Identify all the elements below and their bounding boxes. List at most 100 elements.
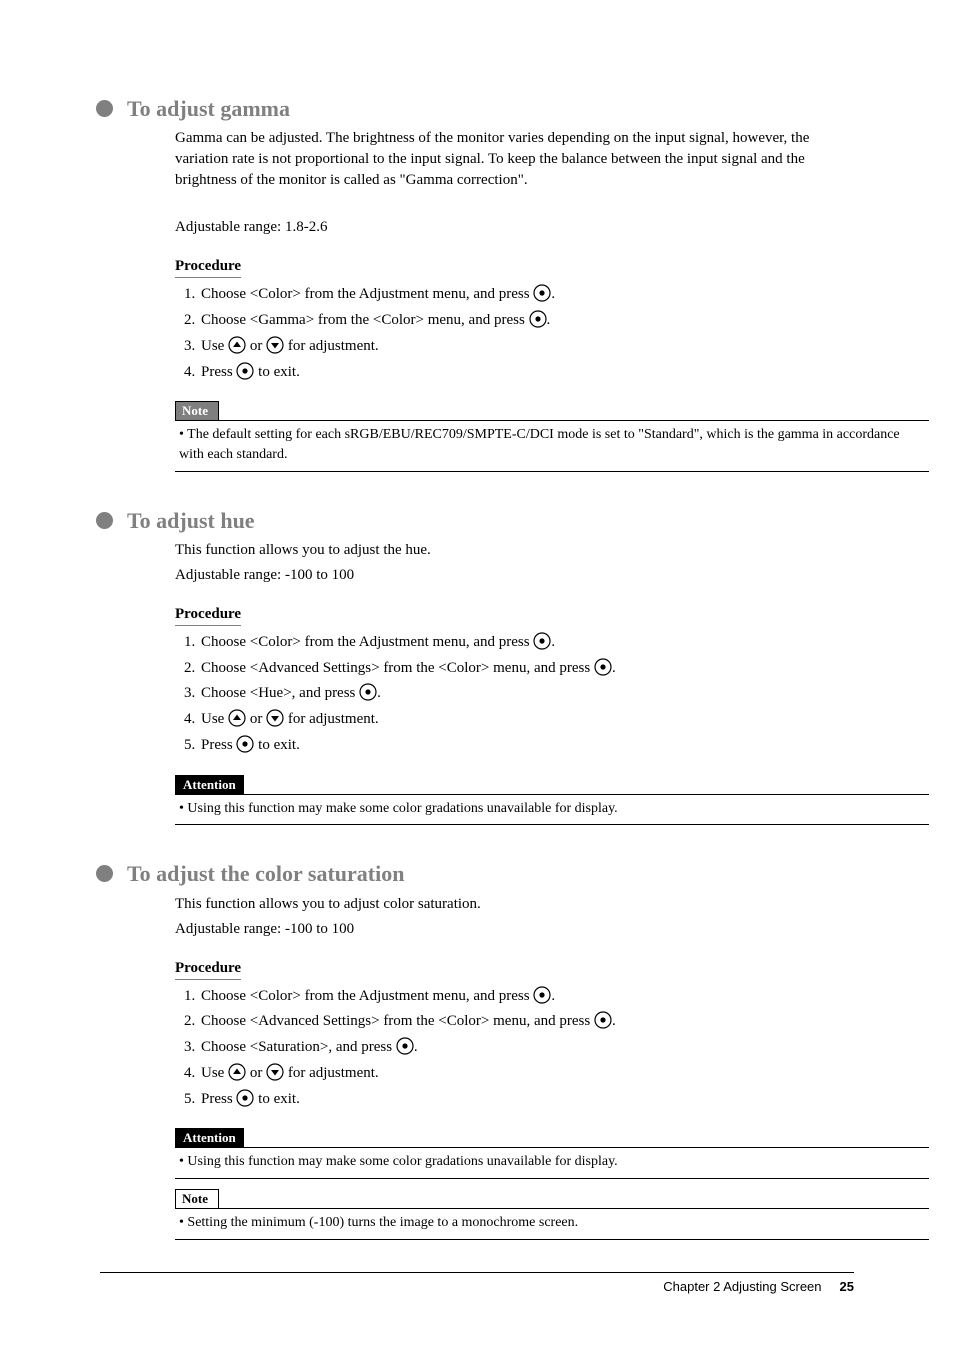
enter-icon <box>396 1037 414 1063</box>
section-heading: To adjust hue <box>127 508 255 534</box>
proc-step: Choose <Advanced Settings> from the <Col… <box>199 658 854 684</box>
step-text: . <box>551 634 555 650</box>
attention-box: Attention Using this function may make s… <box>175 775 929 826</box>
procedure-label: Procedure <box>175 258 241 278</box>
proc-step: Use or for adjustment. <box>199 1063 854 1089</box>
step-text: Use <box>201 338 228 354</box>
step-text: to exit. <box>254 364 299 380</box>
step-text: for adjustment. <box>284 338 379 354</box>
step-text: . <box>551 286 555 302</box>
step-text: or <box>246 1065 266 1081</box>
proc-step: Use or for adjustment. <box>199 336 854 362</box>
step-text: or <box>246 338 266 354</box>
step-text: . <box>414 1039 418 1055</box>
step-text: to exit. <box>254 737 299 753</box>
proc-step: Press to exit. <box>199 1089 854 1115</box>
adjustable-range: Adjustable range: 1.8-2.6 <box>175 219 854 236</box>
proc-step: Choose <Color> from the Adjustment menu,… <box>199 986 854 1012</box>
section-intro: This function allows you to adjust color… <box>175 894 854 915</box>
step-text: Choose <Hue>, and press <box>201 685 359 701</box>
step-text: for adjustment. <box>284 1065 379 1081</box>
note-text: Setting the minimum (-100) turns the ima… <box>175 1209 929 1239</box>
step-text: Choose <Advanced Settings> from the <Col… <box>201 660 594 676</box>
procedure-list: Choose <Color> from the Adjustment menu,… <box>175 632 854 761</box>
step-text: Choose <Color> from the Adjustment menu,… <box>201 286 533 302</box>
enter-icon <box>359 683 377 709</box>
enter-icon <box>533 986 551 1012</box>
proc-step: Choose <Color> from the Adjustment menu,… <box>199 632 854 658</box>
section-gamma: To adjust gamma Gamma can be adjusted. T… <box>100 96 854 472</box>
procedure-label: Procedure <box>175 606 241 626</box>
proc-step: Choose <Hue>, and press . <box>199 683 854 709</box>
attention-box: Attention Using this function may make s… <box>175 1128 929 1179</box>
step-text: Use <box>201 1065 228 1081</box>
down-icon <box>266 1063 284 1089</box>
heading-row: To adjust the color saturation <box>100 861 854 887</box>
proc-step: Choose <Saturation>, and press . <box>199 1037 854 1063</box>
enter-icon <box>594 1011 612 1037</box>
proc-step: Press to exit. <box>199 735 854 761</box>
proc-step: Choose <Color> from the Adjustment menu,… <box>199 284 854 310</box>
enter-icon <box>594 658 612 684</box>
divider <box>175 471 929 472</box>
enter-icon <box>533 632 551 658</box>
step-text: . <box>377 685 381 701</box>
section-intro: Gamma can be adjusted. The brightness of… <box>175 128 854 191</box>
adjustable-range: Adjustable range: -100 to 100 <box>175 567 854 584</box>
attention-text: Using this function may make some color … <box>175 795 929 825</box>
down-icon <box>266 336 284 362</box>
section-hue: To adjust hue This function allows you t… <box>100 508 854 826</box>
heading-row: To adjust hue <box>100 508 854 534</box>
proc-step: Choose <Advanced Settings> from the <Col… <box>199 1011 854 1037</box>
step-text: for adjustment. <box>284 711 379 727</box>
procedure-list: Choose <Color> from the Adjustment menu,… <box>175 284 854 387</box>
enter-icon <box>236 362 254 388</box>
bullet-icon <box>96 865 113 882</box>
step-text: Press <box>201 737 236 753</box>
step-text: Choose <Saturation>, and press <box>201 1039 396 1055</box>
footer-page-number: 25 <box>840 1279 854 1294</box>
proc-step: Use or for adjustment. <box>199 709 854 735</box>
note-box: Note Setting the minimum (-100) turns th… <box>175 1189 929 1240</box>
step-text: Press <box>201 1091 236 1107</box>
divider <box>175 1178 929 1179</box>
note-label: Note <box>175 1189 219 1209</box>
step-text: Choose <Gamma> from the <Color> menu, an… <box>201 312 529 328</box>
heading-row: To adjust gamma <box>100 96 854 122</box>
bullet-icon <box>96 512 113 529</box>
section-heading: To adjust the color saturation <box>127 861 404 887</box>
adjustable-range: Adjustable range: -100 to 100 <box>175 921 854 938</box>
up-icon <box>228 336 246 362</box>
note-label: Note <box>175 401 219 421</box>
footer-chapter: Chapter 2 Adjusting Screen <box>663 1279 821 1294</box>
step-text: . <box>547 312 551 328</box>
note-box: Note The default setting for each sRGB/E… <box>175 401 929 471</box>
procedure-label: Procedure <box>175 960 241 980</box>
procedure-list: Choose <Color> from the Adjustment menu,… <box>175 986 854 1115</box>
up-icon <box>228 1063 246 1089</box>
step-text: . <box>551 988 555 1004</box>
divider <box>175 824 929 825</box>
step-text: or <box>246 711 266 727</box>
step-text: Use <box>201 711 228 727</box>
document-page: To adjust gamma Gamma can be adjusted. T… <box>0 0 954 1350</box>
proc-step: Choose <Gamma> from the <Color> menu, an… <box>199 310 854 336</box>
proc-step: Press to exit. <box>199 362 854 388</box>
enter-icon <box>529 310 547 336</box>
bullet-icon <box>96 100 113 117</box>
section-saturation: To adjust the color saturation This func… <box>100 861 854 1239</box>
attention-label: Attention <box>175 1128 244 1148</box>
section-intro: This function allows you to adjust the h… <box>175 540 854 561</box>
enter-icon <box>236 735 254 761</box>
enter-icon <box>533 284 551 310</box>
page-footer: Chapter 2 Adjusting Screen 25 <box>100 1272 854 1294</box>
up-icon <box>228 709 246 735</box>
note-text: The default setting for each sRGB/EBU/RE… <box>175 421 929 470</box>
step-text: Choose <Color> from the Adjustment menu,… <box>201 988 533 1004</box>
step-text: Choose <Color> from the Adjustment menu,… <box>201 634 533 650</box>
divider <box>175 1239 929 1240</box>
section-heading: To adjust gamma <box>127 96 290 122</box>
step-text: Press <box>201 364 236 380</box>
attention-label: Attention <box>175 775 244 795</box>
step-text: . <box>612 1013 616 1029</box>
